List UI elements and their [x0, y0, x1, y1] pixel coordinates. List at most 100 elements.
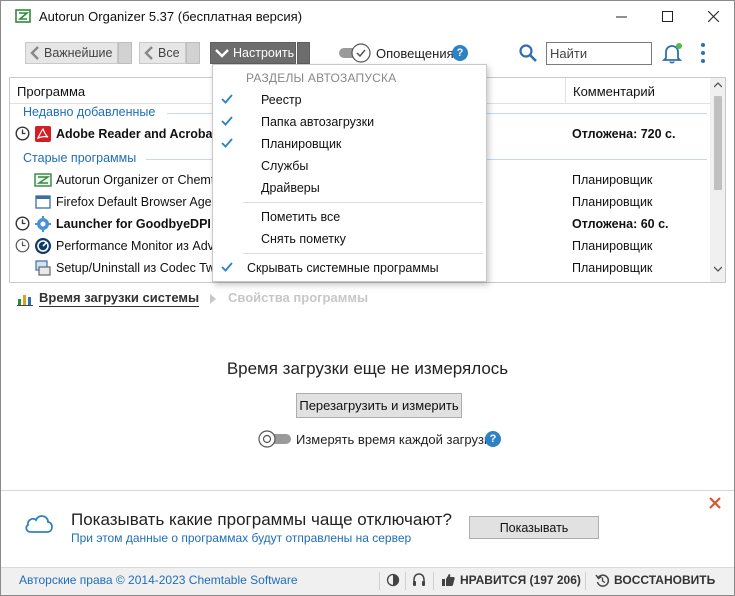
breadcrumb-configure-dropdown[interactable] — [297, 42, 310, 64]
close-icon — [707, 11, 719, 22]
program-name: Launcher for GoodbyeDPI от — [56, 217, 228, 231]
menu-item-label: Драйверы — [261, 181, 320, 195]
menu-item-label: Реестр — [261, 93, 302, 107]
menu-item-startup-folder[interactable]: Папка автозагрузки — [213, 111, 486, 133]
breadcrumb-all[interactable]: Все — [139, 42, 186, 64]
tab-program-properties[interactable]: Свойства программы — [228, 290, 368, 305]
search-icon[interactable] — [518, 43, 538, 63]
menu-item-label: Планировщик — [261, 137, 342, 151]
banner-subtitle: При этом данные о программах будут отпра… — [71, 531, 412, 545]
search-input[interactable] — [546, 42, 652, 65]
window-app-icon — [35, 195, 51, 209]
copyright-link[interactable]: Авторские права © 2014-2023 Chemtable So… — [19, 573, 298, 587]
menu-item-registry[interactable]: Реестр — [213, 89, 486, 111]
program-name: Performance Monitor из Adva — [56, 239, 221, 253]
autorun-sections-menu: РАЗДЕЛЫ АВТОЗАПУСКА Реестр Папка автозаг… — [212, 64, 487, 282]
minimize-icon — [615, 16, 627, 18]
program-comment: Планировщик — [572, 239, 653, 253]
help-icon[interactable]: ? — [485, 431, 501, 447]
scroll-up-icon[interactable] — [714, 82, 722, 88]
help-glyph: ? — [489, 433, 497, 445]
menu-item-drivers[interactable]: Драйверы — [213, 177, 486, 199]
column-header-comment[interactable]: Комментарий — [573, 84, 655, 99]
menu-separator — [243, 202, 483, 203]
gear-shield-icon — [35, 216, 51, 232]
scrollbar-thumb[interactable] — [714, 96, 722, 190]
menu-item-label: Пометить все — [261, 210, 341, 224]
tab-boot-time[interactable]: Время загрузки системы — [17, 290, 200, 307]
column-header-program[interactable]: Программа — [17, 84, 85, 99]
autorun-app-icon — [15, 9, 31, 23]
menu-item-check-all[interactable]: Пометить все — [213, 206, 486, 228]
boot-time-message: Время загрузки еще не измерялось — [226, 359, 509, 378]
menu-item-label: Скрывать системные программы — [247, 261, 439, 275]
breadcrumb-label: Настроить — [233, 46, 295, 60]
program-comment: Планировщик — [572, 261, 653, 275]
maximize-icon — [661, 11, 673, 22]
menu-item-label: Папка автозагрузки — [261, 115, 375, 129]
theme-toggle-icon[interactable] — [386, 573, 400, 587]
chevron-left-icon — [30, 46, 39, 60]
maximize-button[interactable] — [644, 1, 690, 32]
show-button[interactable]: Показывать — [469, 516, 599, 539]
like-counter[interactable]: НРАВИТСЯ (197 206) — [460, 573, 581, 587]
checkmark-icon — [221, 116, 233, 126]
tab-boot-time-label: Время загрузки системы — [39, 290, 200, 307]
status-divider — [405, 572, 406, 590]
performance-monitor-icon — [35, 238, 51, 254]
program-comment: Отложена: 720 с. — [572, 127, 676, 141]
menu-header: РАЗДЕЛЫ АВТОЗАПУСКА — [246, 71, 397, 85]
checkmark-icon — [221, 94, 233, 104]
close-button[interactable] — [690, 1, 734, 32]
autorun-organizer-icon — [34, 173, 52, 187]
program-name: Adobe Reader and Acrobat M — [56, 127, 231, 141]
table-scrollbar[interactable] — [710, 78, 725, 282]
thumbs-up-icon[interactable] — [440, 572, 456, 588]
clock-icon — [15, 126, 30, 141]
bell-icon[interactable] — [661, 42, 683, 64]
arrow-right-icon — [210, 294, 216, 304]
restore-button[interactable]: ВОССТАНОВИТЬ — [614, 573, 715, 587]
minimize-button[interactable] — [598, 1, 644, 32]
close-icon[interactable] — [708, 496, 722, 510]
scroll-down-icon[interactable] — [714, 266, 722, 272]
notifications-label: Оповещения — [376, 46, 454, 61]
menu-item-services[interactable]: Службы — [213, 155, 486, 177]
app-window: Autorun Organizer 5.37 (бесплатная верси… — [0, 0, 735, 596]
cloud-icon — [25, 515, 53, 533]
breadcrumb-important-dropdown[interactable] — [118, 42, 132, 64]
status-divider — [433, 572, 434, 590]
breadcrumb-important[interactable]: Важнейшие — [25, 42, 118, 64]
help-icon[interactable]: ? — [452, 45, 468, 61]
reboot-and-measure-button[interactable]: Перезагрузить и измерить — [296, 393, 462, 418]
title-bar[interactable]: Autorun Organizer 5.37 (бесплатная верси… — [1, 1, 734, 32]
status-divider — [379, 572, 380, 590]
menu-item-hide-system[interactable]: Скрывать системные программы — [213, 257, 486, 279]
menu-item-label: Снять пометку — [261, 232, 346, 246]
status-bar: Авторские права © 2014-2023 Chemtable So… — [1, 567, 734, 595]
breadcrumb-label: Все — [158, 46, 180, 60]
breadcrumb-label: Важнейшие — [44, 46, 113, 60]
banner-title: Показывать какие программы чаще отключаю… — [71, 510, 452, 529]
measure-every-boot-toggle[interactable] — [258, 430, 292, 448]
checkmark-icon — [221, 138, 233, 148]
breadcrumb-all-dropdown[interactable] — [186, 42, 200, 64]
status-divider — [585, 572, 586, 590]
chevron-down-icon — [215, 49, 229, 58]
clock-icon — [15, 238, 30, 253]
measure-every-boot-label: Измерять время каждой загрузки — [296, 432, 497, 447]
adobe-acrobat-icon — [35, 126, 51, 142]
headset-icon[interactable] — [411, 572, 427, 588]
menu-item-uncheck-all[interactable]: Снять пометку — [213, 228, 486, 250]
breadcrumb-configure[interactable]: Настроить — [210, 42, 296, 64]
column-divider[interactable] — [565, 78, 566, 104]
more-menu-icon[interactable] — [696, 42, 710, 64]
menu-item-scheduler[interactable]: Планировщик — [213, 133, 486, 155]
group-header-recent: Недавно добавленные — [23, 105, 156, 119]
group-header-old: Старые программы — [23, 151, 137, 165]
help-glyph: ? — [456, 47, 464, 59]
setup-installer-icon — [35, 260, 51, 276]
restore-icon[interactable] — [595, 573, 610, 588]
program-name: Setup/Uninstall из Codec Twe — [56, 261, 223, 275]
notifications-toggle[interactable] — [338, 43, 372, 63]
